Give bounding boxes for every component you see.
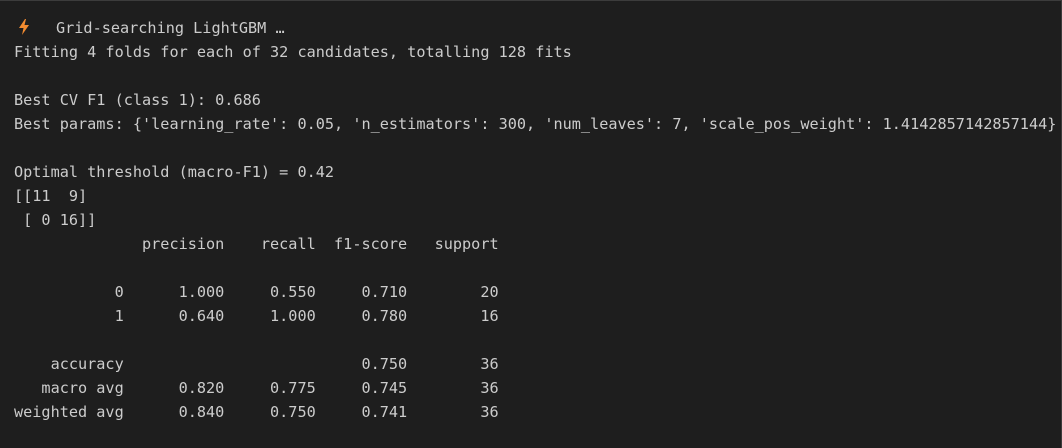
best-params-line: Best params: {'learning_rate': 0.05, 'n_… [14, 115, 1057, 133]
cell-output: Grid-searching LightGBM … Fitting 4 fold… [14, 16, 1059, 424]
report-header: precision recall f1-score support [14, 235, 499, 253]
best-cv-line: Best CV F1 (class 1): 0.686 [14, 91, 261, 109]
confusion-matrix-row: [[11 9] [14, 187, 88, 205]
lightning-bolt-icon [19, 19, 29, 35]
report-row: 1 0.640 1.000 0.780 16 [14, 307, 499, 325]
confusion-matrix-row: [ 0 16]] [14, 211, 97, 229]
status-line: Grid-searching LightGBM … [14, 16, 1059, 40]
report-row: 0 1.000 0.550 0.710 20 [14, 283, 499, 301]
report-row: weighted avg 0.840 0.750 0.741 36 [14, 403, 499, 421]
output-panel: Grid-searching LightGBM … Fitting 4 fold… [0, 0, 1062, 448]
threshold-line: Optimal threshold (macro-F1) = 0.42 [14, 163, 335, 181]
status-text: Grid-searching LightGBM … [56, 19, 285, 37]
report-row: accuracy 0.750 36 [14, 355, 499, 373]
report-row: macro avg 0.820 0.775 0.745 36 [14, 379, 499, 397]
fitting-line: Fitting 4 folds for each of 32 candidate… [14, 43, 572, 61]
